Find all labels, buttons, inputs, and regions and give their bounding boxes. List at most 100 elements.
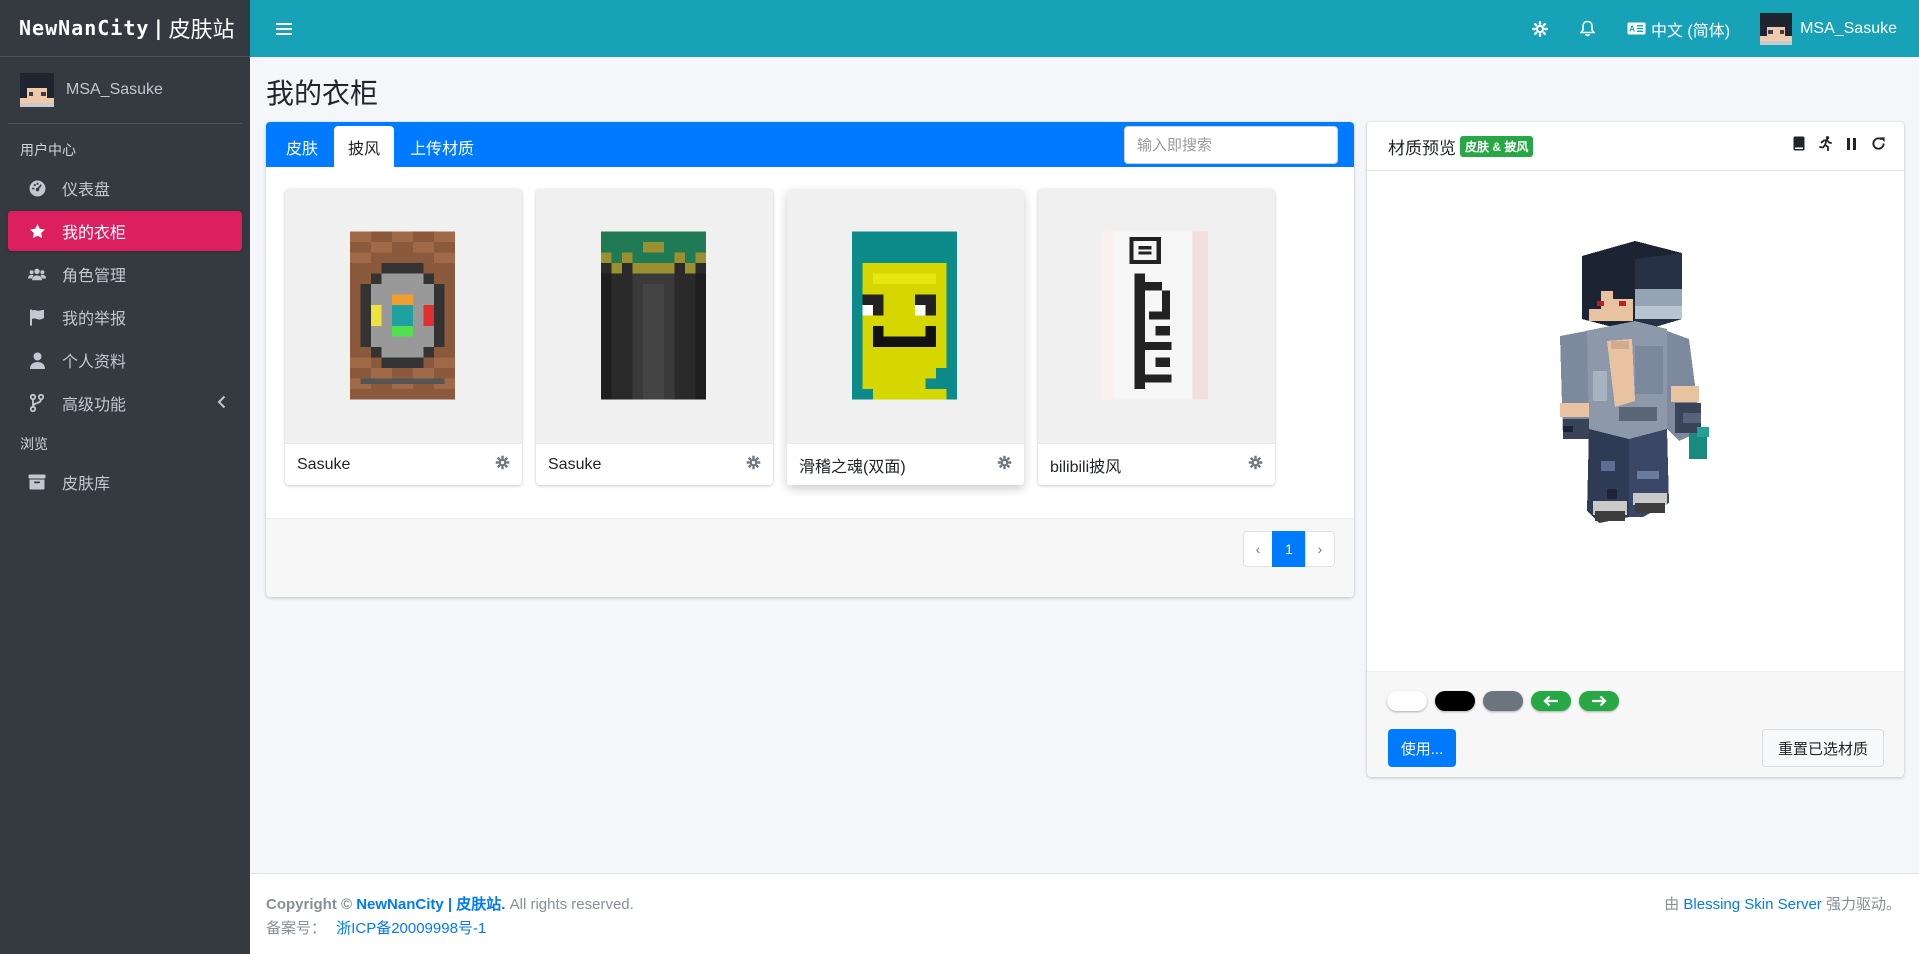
user-panel[interactable]: MSA_Sasuke <box>8 57 242 124</box>
search-input[interactable] <box>1124 126 1338 164</box>
prev-arrow-icon[interactable] <box>1531 691 1571 711</box>
background-color-picker <box>1387 691 1619 711</box>
icp-label: 备案号： <box>266 920 327 937</box>
notification-bell-icon[interactable] <box>1579 20 1595 37</box>
tab-upload[interactable]: 上传材质 <box>396 126 488 167</box>
texture-card[interactable]: 滑稽之魂(双面) <box>787 189 1024 485</box>
preview-title: 材质预览 <box>1388 138 1456 158</box>
texture-card[interactable]: Sasuke <box>285 189 522 485</box>
flag-icon <box>28 308 46 326</box>
pagination: ‹ 1 › <box>1243 531 1335 567</box>
brand-separator: | <box>152 16 166 40</box>
powered-suffix: 强力驱动。 <box>1825 896 1901 913</box>
dashboard-icon <box>28 179 46 197</box>
texture-name: Sasuke <box>548 455 602 473</box>
sidebar-item-reports[interactable]: 我的举报 <box>8 297 242 337</box>
sidebar-item-label: 皮肤库 <box>62 476 111 493</box>
user-name: MSA_Sasuke <box>66 81 163 98</box>
wardrobe-tabs: 皮肤 披风 上传材质 <box>266 122 1354 167</box>
icp-record: 备案号： 浙ICP备20009998号-1 <box>266 917 486 938</box>
brand-suffix: 皮肤站 <box>168 17 235 42</box>
sidebar-item-profile[interactable]: 个人资料 <box>8 340 242 380</box>
chevron-left-icon <box>217 395 226 414</box>
texture-name: Sasuke <box>297 455 351 473</box>
sidebar-item-dashboard[interactable]: 仪表盘 <box>8 168 242 208</box>
powered-by: 由 Blessing Skin Server 强力驱动。 <box>1664 893 1901 914</box>
preview-footer: 使用... 重置已选材质 <box>1367 671 1904 777</box>
preview-badge: 皮肤 & 披风 <box>1460 135 1534 157</box>
cape-preview-image <box>285 189 522 443</box>
wardrobe-footer: ‹ 1 › <box>266 518 1354 597</box>
gear-icon[interactable] <box>746 455 761 475</box>
powered-prefix: 由 <box>1664 896 1680 913</box>
page-title: 我的衣柜 <box>266 78 379 109</box>
archive-icon <box>28 473 46 491</box>
skin-model-render <box>1560 241 1709 523</box>
texture-name: 滑稽之魂(双面) <box>799 458 906 476</box>
pagination-page[interactable]: 1 <box>1272 531 1306 567</box>
bg-black-swatch[interactable] <box>1435 691 1475 711</box>
cape-preview-image <box>1038 189 1275 443</box>
rights-text: All rights reserved. <box>509 896 634 913</box>
book-icon[interactable] <box>1793 136 1805 156</box>
avatar <box>20 73 54 107</box>
brand-logo[interactable]: NewNanCity | 皮肤站 <box>0 0 250 57</box>
branch-icon <box>28 394 46 412</box>
sidebar-item-advanced[interactable]: 高级功能 <box>8 383 242 423</box>
pagination-next[interactable]: › <box>1305 531 1335 567</box>
nav-header-browse: 浏览 <box>20 436 48 452</box>
star-icon <box>28 222 46 240</box>
language-selector[interactable]: A 中文 (简体) <box>1627 17 1730 41</box>
skin-3d-viewer[interactable] <box>1367 171 1904 671</box>
top-navbar: A 中文 (简体) MSA_Sasuke <box>250 0 1919 57</box>
sidebar-item-wardrobe[interactable]: 我的衣柜 <box>8 211 242 251</box>
tab-skin[interactable]: 皮肤 <box>272 126 332 167</box>
nav-header-user-center: 用户中心 <box>20 142 76 158</box>
running-icon[interactable] <box>1819 136 1832 156</box>
pause-icon[interactable] <box>1846 136 1857 156</box>
sidebar-item-skinlib[interactable]: 皮肤库 <box>8 462 242 502</box>
icp-link[interactable]: 浙ICP备20009998号-1 <box>336 920 486 937</box>
texture-preview-card: 材质预览 皮肤 & 披风 使用... 重置已选材质 <box>1367 122 1904 777</box>
site-link[interactable]: NewNanCity | 皮肤站. <box>356 896 505 913</box>
use-button[interactable]: 使用... <box>1388 729 1456 767</box>
user-menu[interactable]: MSA_Sasuke <box>1760 12 1897 45</box>
sidebar-item-label: 高级功能 <box>62 397 127 414</box>
bg-gray-swatch[interactable] <box>1483 691 1523 711</box>
avatar <box>1760 12 1793 45</box>
gear-icon[interactable] <box>1248 455 1263 475</box>
brand-name: NewNanCity <box>19 16 150 40</box>
cape-preview-image <box>536 189 773 443</box>
reset-selected-button[interactable]: 重置已选材质 <box>1762 729 1884 767</box>
theme-settings-icon[interactable] <box>1531 20 1548 37</box>
language-label: 中文 (简体) <box>1650 22 1731 40</box>
sidebar-item-label: 角色管理 <box>62 268 127 285</box>
wardrobe-card: 皮肤 披风 上传材质 输入即搜索 Sasuke Sasuke 滑稽之魂(双面) … <box>266 122 1354 597</box>
blessing-skin-link[interactable]: Blessing Skin Server <box>1683 896 1821 913</box>
gear-icon[interactable] <box>495 455 510 475</box>
sidebar-item-label: 我的衣柜 <box>62 225 127 242</box>
reset-view-icon[interactable] <box>1871 136 1886 156</box>
texture-name: bilibili披风 <box>1050 458 1122 476</box>
texture-list: Sasuke Sasuke 滑稽之魂(双面) bilibili披风 <box>266 167 1354 485</box>
page-footer: Copyright © NewNanCity | 皮肤站. All rights… <box>250 873 1919 954</box>
user-icon <box>28 351 46 369</box>
bg-white-swatch[interactable] <box>1387 691 1427 711</box>
users-icon <box>28 265 46 283</box>
copyright: Copyright © NewNanCity | 皮肤站. All rights… <box>266 893 634 914</box>
copyright-prefix: Copyright © <box>266 896 353 913</box>
texture-card[interactable]: Sasuke <box>536 189 773 485</box>
gear-icon[interactable] <box>997 455 1012 475</box>
menu-toggle-icon[interactable] <box>276 22 292 35</box>
next-arrow-icon[interactable] <box>1579 691 1619 711</box>
pagination-prev[interactable]: ‹ <box>1243 531 1273 567</box>
sidebar-item-players[interactable]: 角色管理 <box>8 254 242 294</box>
sidebar-item-label: 仪表盘 <box>62 182 111 199</box>
svg-text:A: A <box>1629 25 1635 34</box>
user-menu-name: MSA_Sasuke <box>1800 19 1897 37</box>
language-icon: A <box>1627 22 1646 35</box>
tab-cape[interactable]: 披风 <box>334 126 395 167</box>
cape-preview-image <box>787 189 1024 443</box>
sidebar-item-label: 个人资料 <box>62 354 127 371</box>
texture-card[interactable]: bilibili披风 <box>1038 189 1275 485</box>
